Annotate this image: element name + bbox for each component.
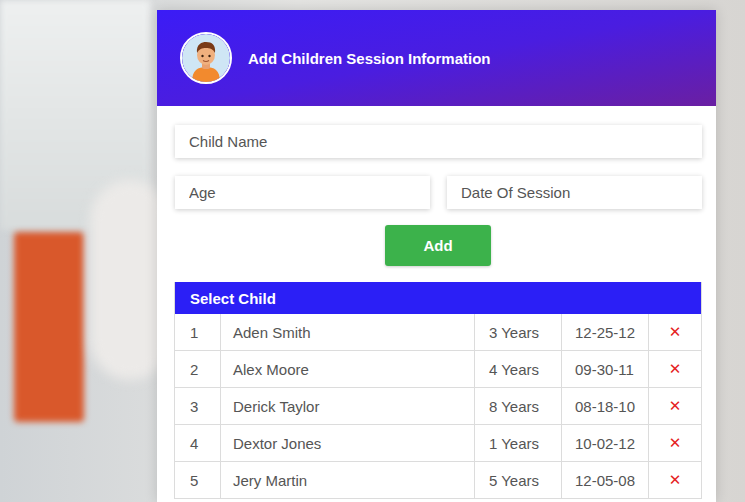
name-cell: Aden Smith: [220, 314, 475, 350]
card-body: Add Select Child1Aden Smith3 Years12-25-1…: [157, 106, 716, 499]
orange-bin: [14, 232, 84, 422]
screen: Add Children Session Information Add Selec…: [0, 0, 745, 502]
table-row[interactable]: 4Dextor Jones1 Years10-02-12✕: [175, 425, 701, 462]
remove-icon[interactable]: ✕: [649, 314, 701, 350]
age-cell: 1 Years: [475, 425, 562, 461]
table-row[interactable]: 5Jery Martin5 Years12-05-08✕: [175, 462, 701, 499]
card-header: Add Children Session Information: [157, 10, 716, 106]
name-cell: Jery Martin: [220, 462, 475, 498]
child-avatar-icon: [180, 32, 232, 84]
remove-icon[interactable]: ✕: [649, 425, 701, 461]
age-cell: 4 Years: [475, 351, 562, 387]
index-cell: 4: [175, 425, 220, 461]
remove-icon[interactable]: ✕: [649, 388, 701, 424]
age-cell: 5 Years: [475, 462, 562, 498]
remove-icon[interactable]: ✕: [649, 462, 701, 498]
form-fields: [174, 125, 702, 209]
text-field[interactable]: [175, 176, 430, 209]
session-card: Add Children Session Information Add Selec…: [157, 10, 716, 502]
table-row[interactable]: 1Aden Smith3 Years12-25-12✕: [175, 314, 701, 351]
name-cell: Alex Moore: [220, 351, 475, 387]
date-cell: 09-30-11: [562, 351, 649, 387]
add-button[interactable]: Add: [385, 225, 491, 266]
remove-icon[interactable]: ✕: [649, 351, 701, 387]
age-cell: 8 Years: [475, 388, 562, 424]
date-cell: 08-18-10: [562, 388, 649, 424]
index-cell: 3: [175, 388, 220, 424]
index-cell: 1: [175, 314, 220, 350]
text-field[interactable]: [175, 125, 702, 158]
date-cell: 12-25-12: [562, 314, 649, 350]
table-row[interactable]: 2Alex Moore4 Years09-30-11✕: [175, 351, 701, 388]
date-cell: 10-02-12: [562, 425, 649, 461]
name-cell: Derick Taylor: [220, 388, 475, 424]
table-header: Select Child: [175, 282, 701, 314]
date-cell: 12-05-08: [562, 462, 649, 498]
table-row[interactable]: 3Derick Taylor8 Years08-18-10✕: [175, 388, 701, 425]
index-cell: 2: [175, 351, 220, 387]
children-table: Select Child1Aden Smith3 Years12-25-12✕2…: [174, 282, 702, 499]
card-title: Add Children Session Information: [248, 50, 491, 67]
text-field[interactable]: [447, 176, 702, 209]
name-cell: Dextor Jones: [220, 425, 475, 461]
index-cell: 5: [175, 462, 220, 498]
age-cell: 3 Years: [475, 314, 562, 350]
button-row: Add: [174, 225, 702, 266]
